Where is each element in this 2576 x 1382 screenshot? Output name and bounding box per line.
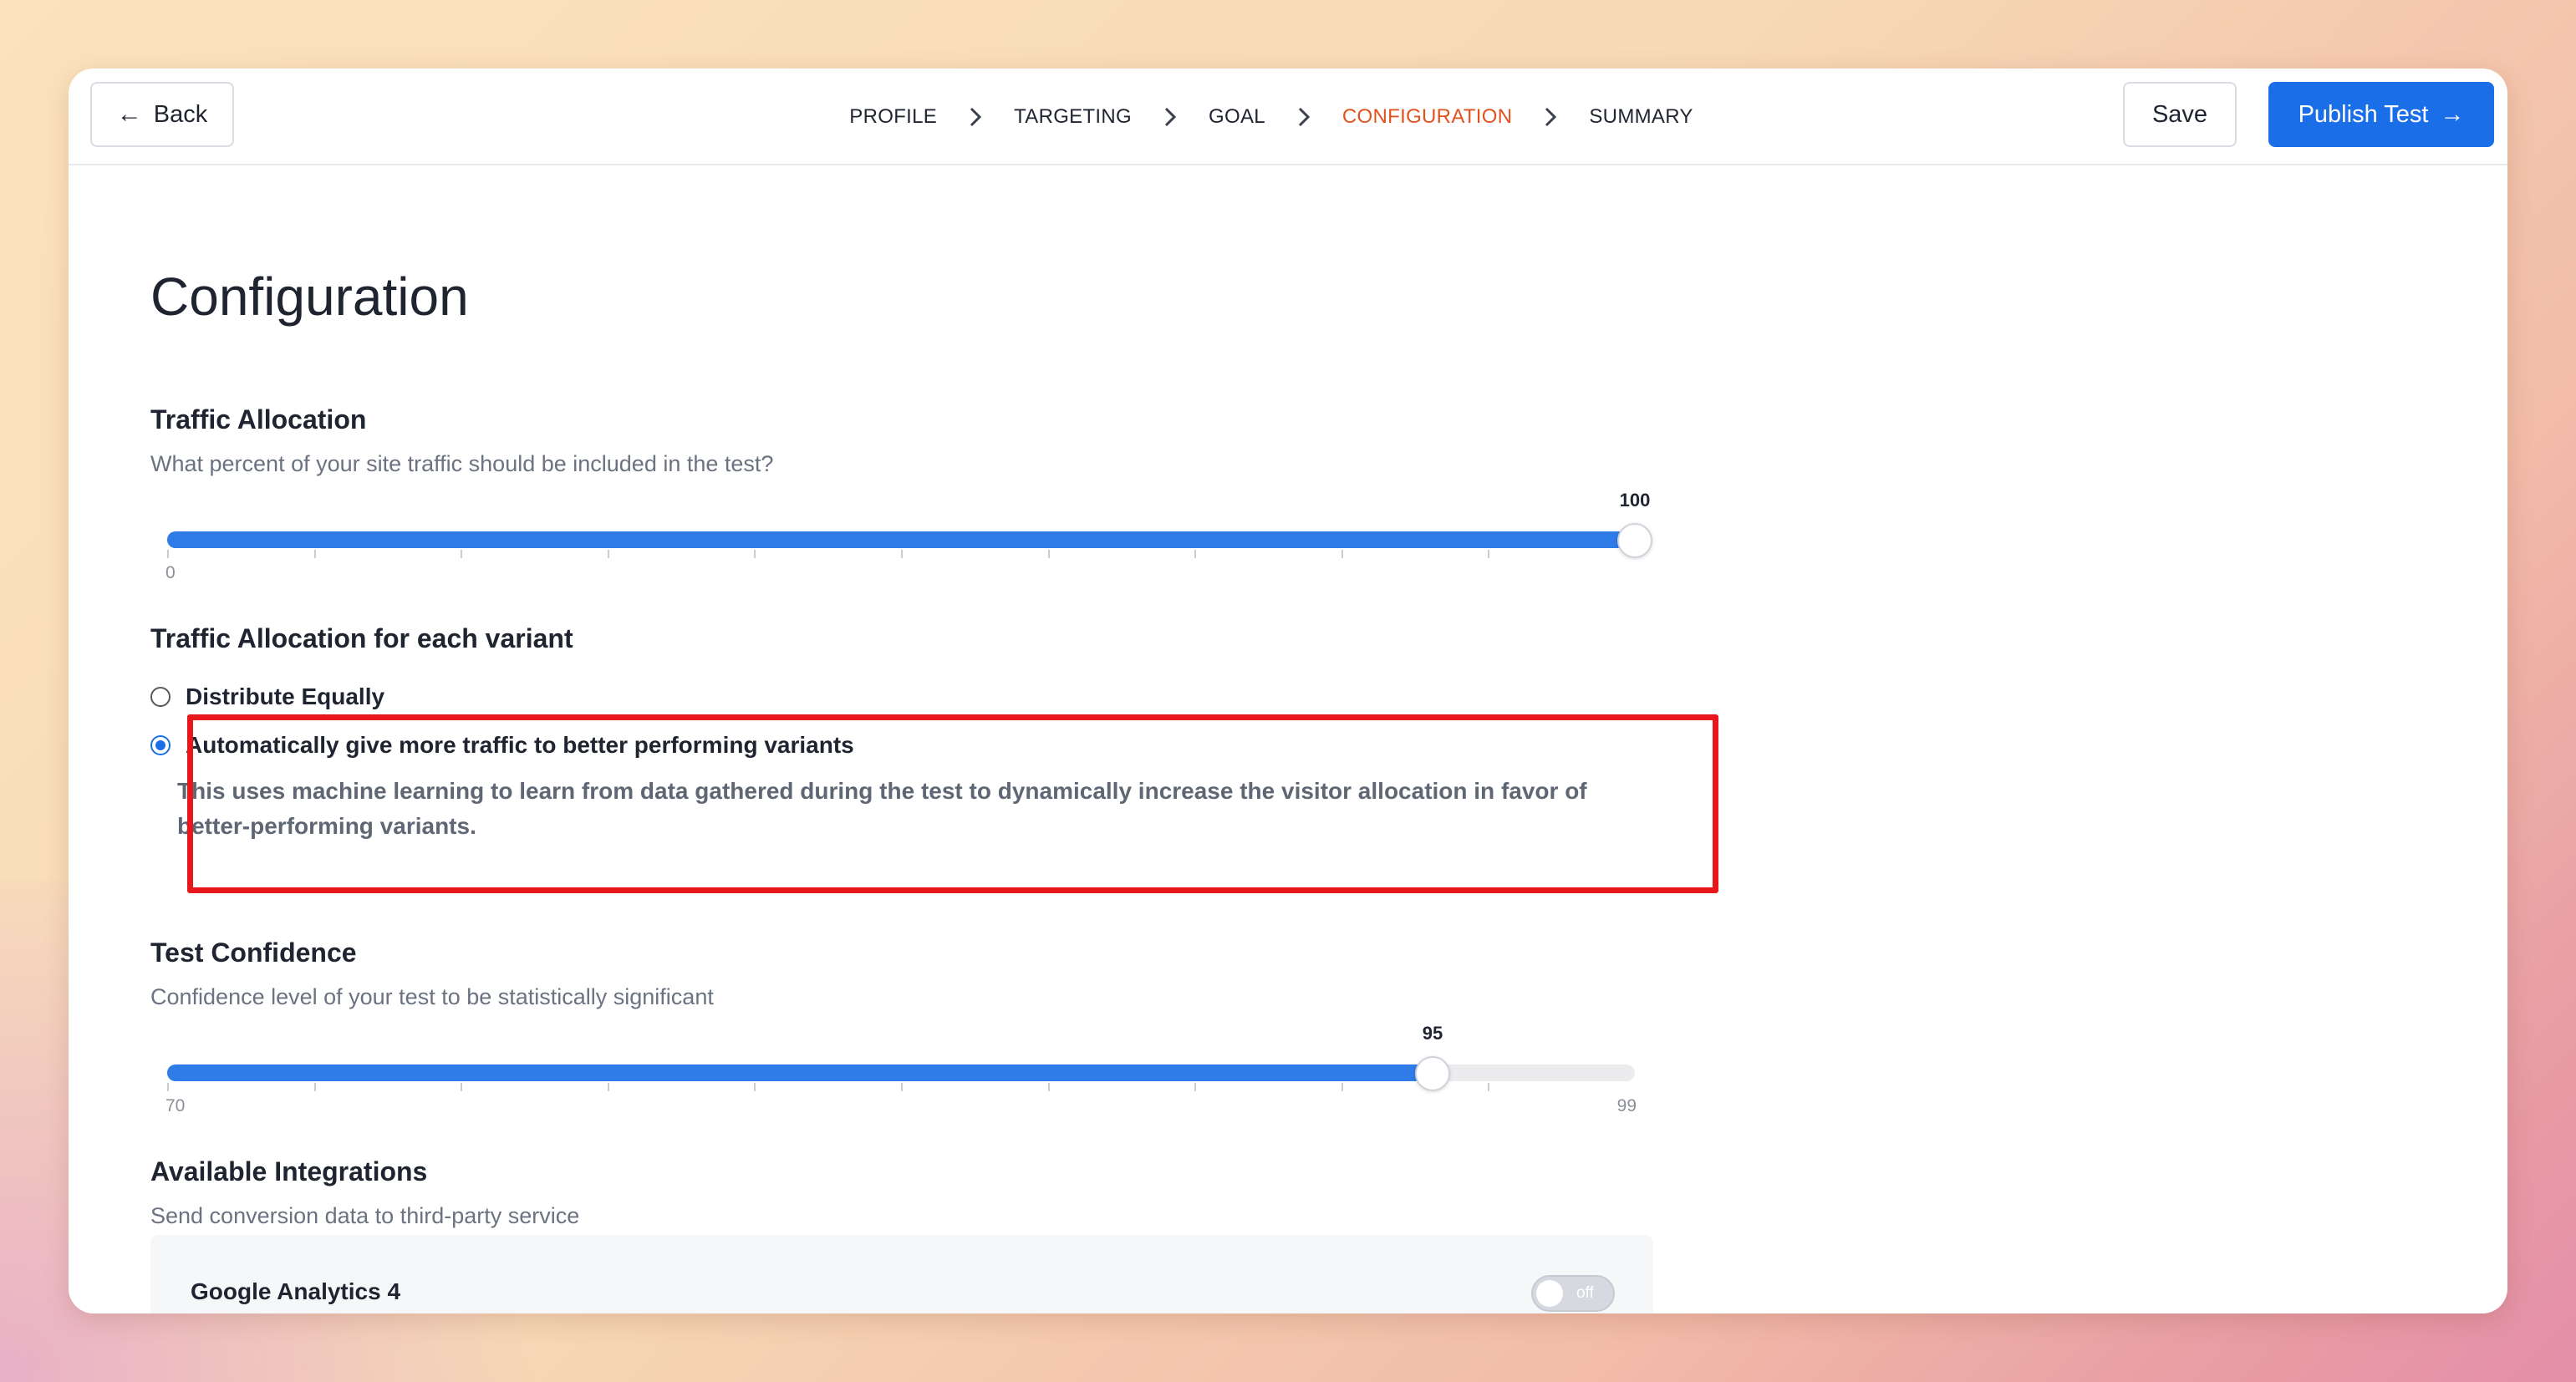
- slider-fill: [167, 531, 1635, 548]
- slider-tick: [314, 550, 316, 558]
- chevron-right-icon: [962, 104, 989, 130]
- integration-name: Google Analytics 4: [191, 1278, 401, 1304]
- toggle-state-label: off: [1576, 1284, 1594, 1302]
- slider-fill: [167, 1064, 1433, 1081]
- integration-toggle[interactable]: off: [1531, 1275, 1615, 1312]
- publish-button-label: Publish Test: [2298, 100, 2429, 128]
- slider-tick: [754, 550, 756, 558]
- radio-distribute-equally[interactable]: Distribute Equally: [150, 683, 384, 710]
- arrow-right-icon: →: [2440, 100, 2465, 128]
- slider-tick: [314, 1083, 316, 1091]
- save-button[interactable]: Save: [2123, 82, 2237, 147]
- chevron-right-icon: [1291, 104, 1317, 130]
- test-confidence-description: Confidence level of your test to be stat…: [150, 984, 714, 1009]
- app-window: ← Back PROFILE TARGETING GOAL CONFIGURAT…: [69, 69, 2507, 1313]
- slider-tick: [1341, 550, 1343, 558]
- slider-tick: [1488, 1083, 1489, 1091]
- slider-min-label: 70: [165, 1096, 186, 1115]
- slider-tick: [461, 550, 462, 558]
- slider-max-label: 99: [1616, 1096, 1637, 1115]
- slider-thumb[interactable]: [1415, 1056, 1450, 1091]
- radio-button-checked[interactable]: [150, 735, 171, 755]
- slider-tick: [608, 550, 609, 558]
- toggle-knob: [1536, 1280, 1563, 1307]
- traffic-allocation-description: What percent of your site traffic should…: [150, 451, 774, 476]
- integrations-description: Send conversion data to third-party serv…: [150, 1203, 580, 1228]
- slider-tick: [167, 1083, 169, 1091]
- test-confidence-title: Test Confidence: [150, 937, 357, 968]
- radio-label: Distribute Equally: [186, 683, 385, 709]
- slider-tick: [1194, 550, 1196, 558]
- variant-allocation-title: Traffic Allocation for each variant: [150, 623, 573, 653]
- slider-thumb[interactable]: [1617, 523, 1652, 558]
- slider-value-label: 95: [1422, 1023, 1443, 1044]
- slider-tick: [901, 550, 903, 558]
- radio-button[interactable]: [150, 687, 171, 707]
- slider-tick: [1048, 550, 1050, 558]
- page-title: Configuration: [150, 267, 469, 327]
- chevron-right-icon: [1537, 104, 1564, 130]
- step-targeting[interactable]: TARGETING: [1014, 105, 1132, 129]
- slider-tick: [1488, 550, 1489, 558]
- slider-tick: [1341, 1083, 1343, 1091]
- slider-min-label: 0: [165, 563, 176, 582]
- highlight-box: [187, 714, 1718, 893]
- slider-tick: [754, 1083, 756, 1091]
- slider-tick: [1194, 1083, 1196, 1091]
- step-profile[interactable]: PROFILE: [849, 105, 937, 129]
- slider-tick: [167, 550, 169, 558]
- publish-test-button[interactable]: Publish Test →: [2268, 82, 2494, 147]
- slider-tick: [901, 1083, 903, 1091]
- integrations-title: Available Integrations: [150, 1156, 428, 1186]
- step-summary[interactable]: SUMMARY: [1589, 105, 1693, 129]
- step-configuration[interactable]: CONFIGURATION: [1342, 105, 1512, 129]
- slider-tick: [1048, 1083, 1050, 1091]
- test-confidence-slider[interactable]: 95 70 99: [165, 1023, 1637, 1115]
- step-goal[interactable]: GOAL: [1209, 105, 1265, 129]
- slider-tick: [608, 1083, 609, 1091]
- slider-tick: [461, 1083, 462, 1091]
- top-bar: ← Back PROFILE TARGETING GOAL CONFIGURAT…: [69, 69, 2507, 165]
- slider-value-label: 100: [1619, 490, 1651, 511]
- traffic-allocation-slider[interactable]: 100 0: [165, 490, 1652, 582]
- traffic-allocation-title: Traffic Allocation: [150, 404, 367, 434]
- integration-card-google-analytics: Google Analytics 4 off: [150, 1235, 1653, 1313]
- chevron-right-icon: [1157, 104, 1184, 130]
